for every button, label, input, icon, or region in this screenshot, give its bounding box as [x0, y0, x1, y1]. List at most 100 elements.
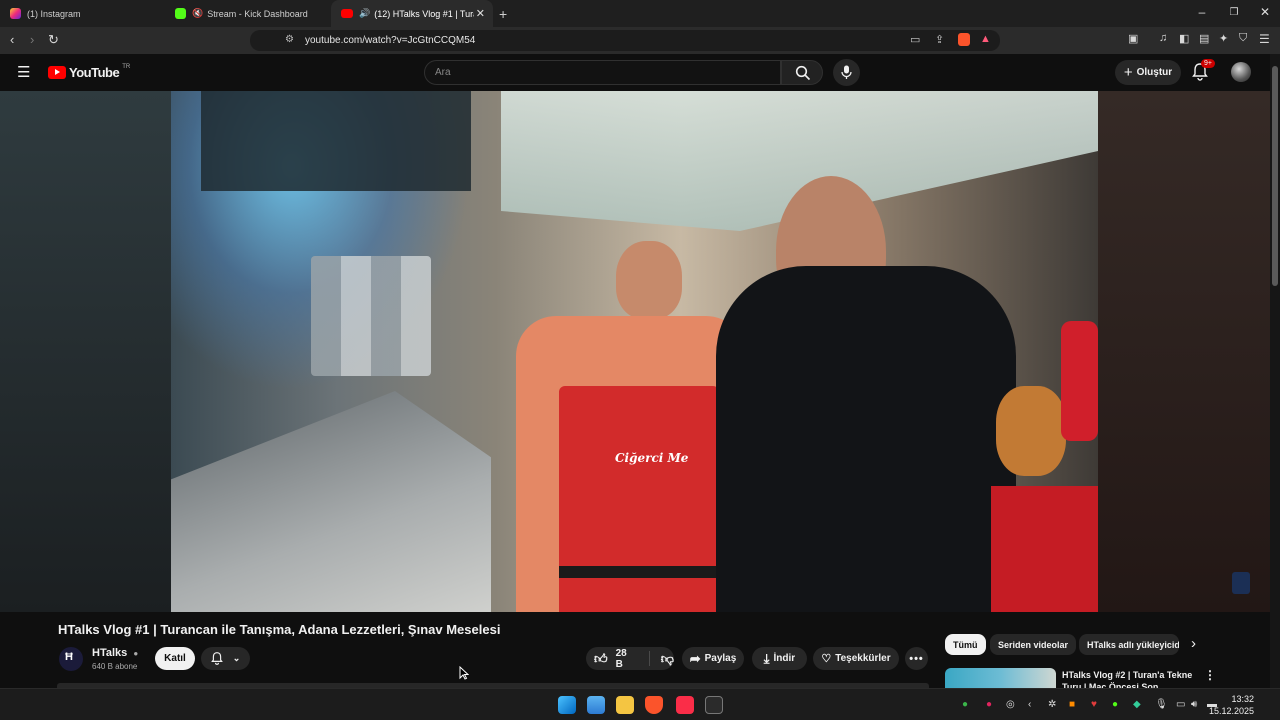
- chip-from-uploader[interactable]: HTalks adlı yükleyicid: [1079, 634, 1179, 655]
- like-icon[interactable]: 👍︎: [594, 651, 608, 667]
- youtube-icon: [341, 9, 353, 18]
- man-head: [616, 241, 682, 319]
- wallet-icon[interactable]: ▤: [1199, 32, 1209, 45]
- voice-search-button[interactable]: [833, 59, 860, 86]
- microphone-tray-icon[interactable]: 🎙︎: [1155, 699, 1168, 710]
- channel-avatar[interactable]: Ħ: [59, 647, 83, 671]
- tray-icon[interactable]: ■: [1069, 699, 1075, 710]
- htalks-logo-icon: Ħ: [65, 651, 73, 663]
- plus-icon: +: [1123, 64, 1133, 81]
- new-tab-button[interactable]: +: [495, 0, 515, 27]
- scroll-thumb[interactable]: [1272, 66, 1278, 286]
- search-button[interactable]: [781, 60, 823, 85]
- join-button[interactable]: Katıl: [155, 647, 195, 670]
- super-thanks-icon: ♡: [821, 653, 832, 665]
- ambient-right: [1098, 91, 1270, 612]
- bell-icon: [210, 652, 223, 665]
- brave-browser-icon[interactable]: [645, 696, 663, 714]
- brave-shields-icon[interactable]: [958, 33, 970, 46]
- more-horizontal-icon: •••: [909, 652, 924, 665]
- brave-rewards-icon[interactable]: ▲: [980, 33, 991, 45]
- copper-pot: [996, 386, 1066, 476]
- chevron-left-icon[interactable]: ‹: [1028, 699, 1031, 710]
- menu-icon[interactable]: ☰: [1259, 32, 1270, 46]
- more-actions-button[interactable]: •••: [905, 647, 928, 670]
- url-text: youtube.com/watch?v=JcGtnCCQM54: [305, 35, 476, 46]
- youtube-logo[interactable]: YouTube TR: [48, 64, 130, 80]
- vpn-icon[interactable]: ⛉: [1239, 32, 1247, 45]
- subscriber-count: 640 B abone: [92, 662, 138, 671]
- avatar[interactable]: [1231, 62, 1251, 82]
- recommended-thumbnail[interactable]: [945, 668, 1056, 688]
- reload-icon[interactable]: ↻: [48, 32, 59, 48]
- leo-ai-icon[interactable]: ✦: [1219, 32, 1228, 45]
- youtube-play-logo-icon: [48, 66, 66, 79]
- tray-icon[interactable]: ◎: [1006, 699, 1015, 710]
- dislike-icon[interactable]: 👎︎: [661, 651, 674, 667]
- tray-icon[interactable]: ◆: [1133, 699, 1141, 710]
- create-button[interactable]: + Oluştur: [1115, 60, 1181, 85]
- search-input[interactable]: Ara: [424, 60, 781, 85]
- network-icon[interactable]: ▭: [1176, 699, 1185, 710]
- start-windows-icon[interactable]: [558, 696, 576, 714]
- forward-icon[interactable]: ›: [30, 32, 34, 47]
- instagram-icon: [10, 8, 21, 19]
- close-tab-icon[interactable]: ✕: [476, 7, 485, 20]
- download-button[interactable]: ⤓ İndir: [752, 647, 807, 670]
- browser-tab-strip: (1) Instagram 🔇 Stream - Kick Dashboard …: [0, 0, 1280, 27]
- share-page-icon[interactable]: ⇪: [935, 33, 944, 46]
- music-app-icon[interactable]: [676, 696, 694, 714]
- notifications-button[interactable]: 9+: [1192, 59, 1215, 86]
- back-icon[interactable]: ‹: [10, 32, 14, 47]
- minimize-icon[interactable]: –: [1192, 5, 1212, 19]
- volume-icon[interactable]: 🔊︎: [1191, 699, 1197, 710]
- page-scrollbar[interactable]: [1270, 54, 1280, 688]
- app-icon[interactable]: [705, 696, 723, 714]
- tab-instagram[interactable]: (1) Instagram: [0, 0, 165, 27]
- kick-icon: [175, 8, 186, 19]
- chip-series-videos[interactable]: Seriden videolar: [990, 634, 1077, 655]
- tray-icon[interactable]: ♥: [1091, 699, 1097, 710]
- tray-icon[interactable]: ●: [962, 699, 968, 710]
- like-count[interactable]: 28 B: [616, 648, 636, 670]
- notification-badge: 9+: [1201, 59, 1215, 68]
- settings-tray-icon[interactable]: ✲: [1048, 699, 1056, 710]
- tab-youtube-video[interactable]: 🔊 (12) HTalks Vlog #1 | Turancan ✕: [331, 0, 493, 27]
- chip-all[interactable]: Tümü: [945, 634, 986, 655]
- tray-icon[interactable]: ●: [986, 699, 992, 710]
- reader-icon[interactable]: ▣: [1128, 32, 1138, 45]
- close-window-icon[interactable]: ✕: [1255, 5, 1275, 19]
- recommended-title[interactable]: HTalks Vlog #2 | Turan'a Tekne Turu | Ma…: [1062, 669, 1194, 688]
- muted-speaker-icon: 🔇: [192, 8, 204, 18]
- video-title: HTalks Vlog #1 | Turancan ile Tanışma, A…: [58, 622, 501, 637]
- sidebar-icon[interactable]: ◧: [1179, 32, 1189, 45]
- browser-toolbar: ‹ › ↻ 🔖 ⚙ youtube.com/watch?v=JcGtnCCQM5…: [0, 27, 1280, 54]
- clock-date[interactable]: 15.12.2025: [1209, 706, 1254, 716]
- man-black-shirt: [716, 266, 1016, 612]
- person-red-shirt: [1061, 321, 1098, 441]
- media-icon[interactable]: ♫: [1159, 32, 1167, 44]
- thanks-button[interactable]: ♡ Teşekkürler: [813, 647, 899, 670]
- cast-icon[interactable]: ▭: [910, 33, 920, 46]
- site-info-icon[interactable]: ⚙: [285, 34, 294, 45]
- clock-time[interactable]: 13:32: [1231, 694, 1254, 704]
- channel-name[interactable]: HTalks ●: [92, 647, 138, 659]
- video-player[interactable]: Ciğerci Me: [171, 91, 1098, 612]
- restore-icon[interactable]: ❐: [1224, 7, 1244, 18]
- share-button[interactable]: ➦ Paylaş: [682, 647, 744, 670]
- subscription-bell-button[interactable]: ⌄: [201, 647, 250, 670]
- speaker-icon: 🔊: [359, 8, 371, 18]
- channel-watermark-icon[interactable]: [1232, 572, 1250, 594]
- file-explorer-icon[interactable]: [616, 696, 634, 714]
- chevron-right-icon[interactable]: ›: [1191, 635, 1196, 652]
- hamburger-menu-icon[interactable]: ☰: [17, 63, 30, 81]
- widgets-icon[interactable]: [587, 696, 605, 714]
- mouse-cursor-icon: [459, 666, 469, 680]
- ambient-left: [0, 91, 171, 612]
- tray-icon[interactable]: ●: [1112, 699, 1118, 710]
- address-bar[interactable]: ⚙ youtube.com/watch?v=JcGtnCCQM54 ▭ ⇪ ▲: [250, 30, 1000, 51]
- tab-kick-dashboard[interactable]: 🔇 Stream - Kick Dashboard: [165, 0, 331, 27]
- youtube-logo-text: YouTube: [69, 65, 120, 80]
- search-icon: [795, 65, 811, 81]
- more-vertical-icon[interactable]: ⋮: [1204, 668, 1216, 682]
